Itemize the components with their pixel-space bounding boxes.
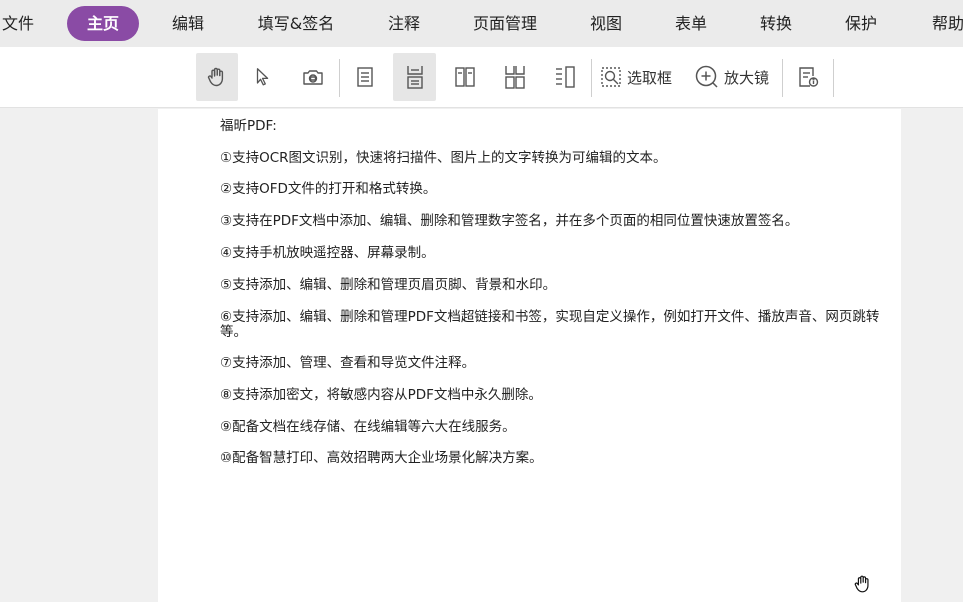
doc-line: ③支持在PDF文档中添加、编辑、删除和管理数字签名，并在多个页面的相同位置快速放…	[220, 213, 799, 229]
facing-page-icon	[455, 67, 475, 87]
menu-form[interactable]: 表单	[669, 6, 713, 41]
single-page-icon	[357, 67, 373, 87]
doc-line: ⑦支持添加、管理、查看和导览文件注释。	[220, 355, 476, 371]
menu-edit[interactable]: 编辑	[166, 6, 210, 41]
hand-icon	[207, 67, 224, 87]
loupe-label: 放大镜	[724, 68, 770, 87]
toolbar-divider	[833, 59, 834, 97]
cursor-arrow-icon	[256, 68, 269, 86]
marquee-zoom-icon	[601, 67, 621, 87]
marquee-label: 选取框	[627, 68, 673, 87]
document-properties-icon	[799, 67, 819, 87]
doc-line: ④支持手机放映遥控器、屏幕录制。	[220, 245, 435, 261]
loupe-button[interactable]: 放大镜	[694, 53, 769, 101]
doc-line: ⑥支持添加、编辑、删除和管理PDF文档超链接和书签，实现自定义操作，例如打开文件…	[220, 309, 880, 340]
document-properties-button[interactable]	[788, 53, 828, 101]
doc-line: ⑧支持添加密文，将敏感内容从PDF文档中永久删除。	[220, 387, 542, 403]
single-page-button[interactable]	[345, 53, 385, 101]
hand-cursor-icon	[854, 575, 869, 593]
toolbar-divider	[339, 59, 340, 97]
menu-home[interactable]: 主页	[67, 6, 139, 41]
menu-view[interactable]: 视图	[584, 6, 628, 41]
doc-line: ⑩配备智慧打印、高效招聘两大企业场景化解决方案。	[220, 450, 543, 466]
continuous-facing-button[interactable]	[495, 53, 535, 101]
doc-title: 福昕PDF:	[220, 118, 277, 134]
toolbar-divider	[782, 59, 783, 97]
menu-bar: 文件 主页 编辑 填写&签名 注释 页面管理 视图 表单 转换 保护 帮助	[0, 0, 963, 47]
menu-fill-sign[interactable]: 填写&签名	[254, 6, 338, 41]
menu-help[interactable]: 帮助	[926, 6, 963, 41]
camera-icon	[303, 70, 323, 85]
continuous-facing-icon	[505, 66, 525, 89]
continuous-page-button[interactable]	[393, 53, 436, 101]
doc-line: ②支持OFD文件的打开和格式转换。	[220, 181, 437, 197]
continuous-page-icon	[406, 66, 423, 89]
zoom-in-icon	[695, 65, 718, 88]
menu-protect[interactable]: 保护	[839, 6, 883, 41]
toolbar-divider	[591, 59, 592, 97]
snapshot-tool-button[interactable]	[293, 53, 333, 101]
doc-line: ⑤支持添加、编辑、删除和管理页眉页脚、背景和水印。	[220, 277, 557, 293]
select-tool-button[interactable]	[243, 53, 283, 101]
menu-file[interactable]: 文件	[0, 6, 36, 41]
document-viewport[interactable]: 福昕PDF: ①支持OCR图文识别，快速将扫描件、图片上的文字转换为可编辑的文本…	[0, 109, 963, 602]
menu-comment[interactable]: 注释	[382, 6, 426, 41]
doc-line: ⑨配备文档在线存储、在线编辑等六大在线服务。	[220, 419, 516, 435]
hand-tool-button[interactable]	[196, 53, 238, 101]
separate-cover-button[interactable]	[545, 53, 585, 101]
menu-convert[interactable]: 转换	[754, 6, 798, 41]
toolbar: 选取框 放大镜	[0, 47, 963, 108]
menu-page-manage[interactable]: 页面管理	[468, 6, 542, 41]
facing-page-button[interactable]	[445, 53, 485, 101]
marquee-button[interactable]: 选取框	[599, 53, 672, 101]
doc-line: ①支持OCR图文识别，快速将扫描件、图片上的文字转换为可编辑的文本。	[220, 150, 667, 166]
pdf-page[interactable]: 福昕PDF: ①支持OCR图文识别，快速将扫描件、图片上的文字转换为可编辑的文本…	[158, 109, 901, 602]
separate-cover-icon	[556, 66, 575, 88]
